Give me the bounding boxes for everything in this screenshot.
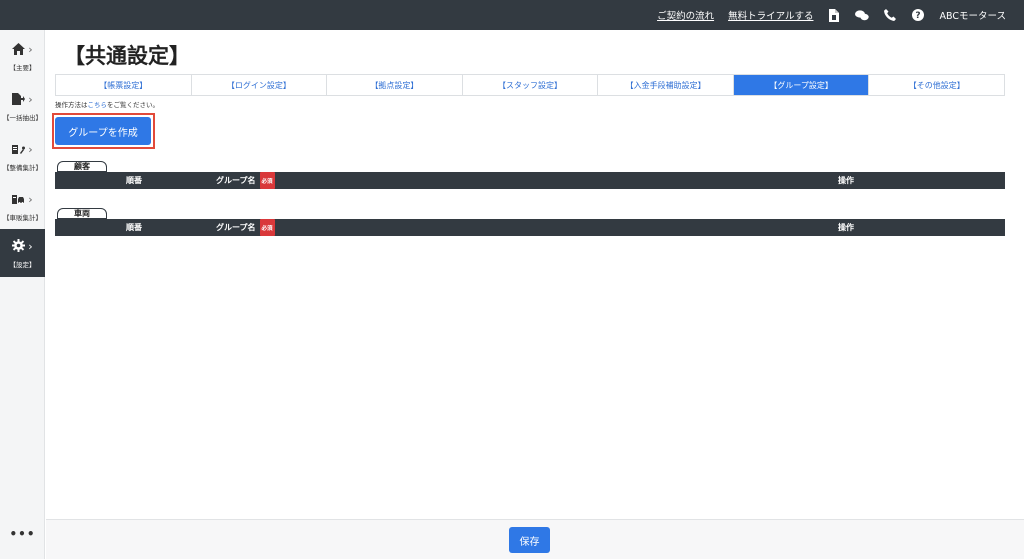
chevron-right-icon: › (28, 43, 33, 56)
tab-login-settings[interactable]: 【ログイン設定】 (191, 75, 328, 95)
file-export-icon (12, 90, 26, 109)
help-text-suffix: をご覧ください。 (107, 101, 159, 109)
home-icon (12, 40, 26, 59)
footer-bar: 保存 (46, 519, 1024, 559)
column-group-name-label: グループ名 (216, 222, 256, 232)
sidebar-item-label: 【主要】 (9, 64, 36, 72)
chevron-right-icon: › (28, 240, 33, 253)
required-badge: 必須 (259, 172, 275, 189)
svg-text:?: ? (916, 11, 921, 21)
chevron-right-icon: › (28, 193, 33, 206)
help-link[interactable]: こちら (88, 101, 108, 109)
tab-form-settings[interactable]: 【帳票設定】 (56, 75, 192, 95)
sidebar-item-label: 【整備集計】 (3, 164, 42, 172)
tab-payment-settings[interactable]: 【入金手段補助設定】 (598, 75, 734, 95)
car-icon (12, 190, 25, 209)
document-icon[interactable] (827, 8, 841, 22)
table-header-vehicle: 順番 グループ名 必須 操作 (55, 219, 1005, 236)
column-group-name: グループ名 必須 (216, 172, 275, 189)
user-name[interactable]: ABCモータース (939, 8, 1006, 22)
sidebar-item-maintenance[interactable]: › 【整備集計】 (0, 132, 45, 180)
page-title: 【共通設定】 (64, 43, 190, 68)
table-header-customer: 順番 グループ名 必須 操作 (55, 172, 1005, 189)
sidebar-item-label: 【設定】 (9, 261, 36, 269)
sidebar: › 【主要】 › 【一括抽出】 › 【整備集計】 › 【車販集計】 › 【設定】… (0, 30, 45, 559)
section-label-customer: 顧客 (57, 161, 107, 172)
sidebar-item-car-sales[interactable]: › 【車販集計】 (0, 182, 45, 230)
section-label-vehicle: 車両 (57, 208, 107, 219)
top-bar-links: ご契約の流れ 無料トライアルする ? ABCモータース (657, 0, 1006, 30)
column-order: 順番 (126, 175, 142, 185)
column-group-name-label: グループ名 (216, 175, 256, 185)
save-button[interactable]: 保存 (509, 527, 550, 553)
gear-icon (12, 237, 26, 256)
main-content: 【共通設定】 【帳票設定】 【ログイン設定】 【拠点設定】 【スタッフ設定】 【… (46, 30, 1024, 559)
required-badge: 必須 (259, 219, 275, 236)
help-text-prefix: 操作方法は (55, 101, 88, 109)
column-action: 操作 (838, 175, 854, 185)
top-bar: ご契約の流れ 無料トライアルする ? ABCモータース (0, 0, 1024, 30)
phone-icon[interactable] (883, 8, 897, 22)
chat-icon[interactable] (855, 8, 870, 22)
column-order: 順番 (126, 222, 142, 232)
tab-group-settings[interactable]: 【グループ設定】 (733, 75, 870, 95)
more-menu-icon[interactable]: ••• (0, 527, 45, 541)
column-action: 操作 (838, 222, 854, 232)
sidebar-item-label: 【一括抽出】 (3, 114, 42, 122)
help-text: 操作方法はこちらをご覧ください。 (55, 99, 159, 109)
help-icon[interactable]: ? (911, 8, 925, 22)
tab-other-settings[interactable]: 【その他設定】 (869, 75, 1005, 95)
free-trial-link[interactable]: 無料トライアルする (728, 8, 813, 22)
wrench-icon (12, 140, 26, 159)
sidebar-item-label: 【車販集計】 (3, 214, 42, 222)
chevron-right-icon: › (28, 93, 33, 106)
chevron-right-icon: › (28, 143, 33, 156)
contract-flow-link[interactable]: ご契約の流れ (657, 8, 714, 22)
sidebar-item-bulk-extract[interactable]: › 【一括抽出】 (0, 82, 45, 130)
settings-tabs: 【帳票設定】 【ログイン設定】 【拠点設定】 【スタッフ設定】 【入金手段補助設… (55, 74, 1005, 96)
tab-branch-settings[interactable]: 【拠点設定】 (327, 75, 463, 95)
sidebar-item-main[interactable]: › 【主要】 (0, 32, 45, 80)
column-group-name: グループ名 必須 (216, 219, 275, 236)
tab-staff-settings[interactable]: 【スタッフ設定】 (462, 75, 599, 95)
sidebar-item-settings[interactable]: › 【設定】 (0, 229, 45, 277)
create-group-button[interactable]: グループを作成 (55, 117, 151, 145)
